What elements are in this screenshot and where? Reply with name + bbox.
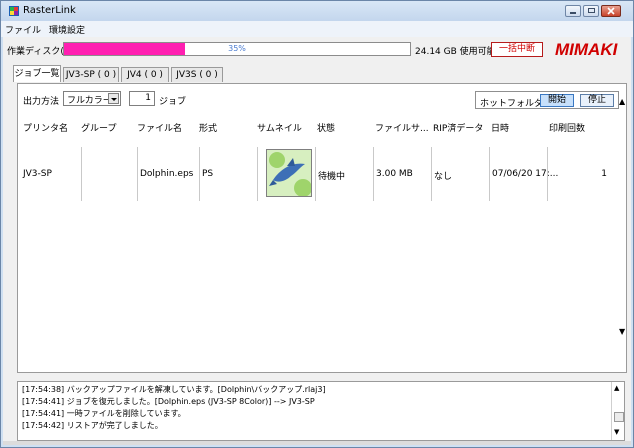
- menu-settings[interactable]: 環境設定: [49, 23, 85, 36]
- disk-usage-bar: 35%: [63, 42, 411, 56]
- log-line: [17:54:41] 一時ファイルを削除しています。: [22, 409, 186, 418]
- cell-printer: JV3-SP: [23, 169, 52, 179]
- disk-status-row: 作業ディスク(C:) 35% 24.14 GB 使用可能 一括中断 MIMAKI: [3, 37, 631, 59]
- scroll-thumb[interactable]: [614, 412, 624, 422]
- column-header-printer[interactable]: プリンタ名: [23, 121, 68, 134]
- cell-rip: なし: [431, 147, 489, 201]
- column-header-rip[interactable]: RIP済データ: [433, 121, 483, 134]
- column-header-size[interactable]: ファイルサ...: [375, 121, 429, 134]
- close-icon[interactable]: [601, 5, 621, 17]
- app-window: RasterLink ファイル 環境設定 作業ディスク(C:) 35% 24.1…: [0, 0, 634, 448]
- output-method-select[interactable]: フルカラー: [63, 91, 121, 106]
- output-method-label: 出力方法: [23, 97, 60, 107]
- cell-status: 待機中: [315, 147, 373, 201]
- disk-usage-percent: 35%: [228, 44, 246, 53]
- maximize-icon[interactable]: [583, 5, 599, 17]
- cell-size: 3.00 MB: [373, 147, 431, 201]
- status-bar: [3, 441, 631, 445]
- column-header-date[interactable]: 日時: [491, 121, 509, 134]
- table-scrollbar[interactable]: ▲ ▼: [617, 97, 629, 413]
- log-scrollbar[interactable]: ▲ ▼: [611, 382, 624, 440]
- scroll-up-icon[interactable]: ▲: [614, 384, 619, 392]
- column-header-format[interactable]: 形式: [199, 121, 217, 134]
- tab-jv3-sp[interactable]: JV3-SP ( 0 ): [63, 67, 119, 82]
- column-header-file[interactable]: ファイル名: [137, 121, 182, 134]
- scroll-down-icon[interactable]: ▼: [619, 327, 625, 336]
- output-method-value: フルカラー: [67, 96, 112, 106]
- hot-folder-stop-button[interactable]: 停止: [580, 94, 614, 107]
- cell-count: 1: [547, 147, 611, 201]
- client-area: 作業ディスク(C:) 35% 24.14 GB 使用可能 一括中断 MIMAKI…: [3, 37, 631, 445]
- cell-file: Dolphin.eps: [137, 147, 199, 201]
- mimaki-logo: MIMAKI: [555, 40, 619, 58]
- tab-job-list[interactable]: ジョブ一覧: [13, 65, 61, 82]
- tab-jv4[interactable]: JV4 ( 0 ): [121, 67, 169, 82]
- hot-folder-group: ホットフォルダ 開始 停止: [475, 91, 619, 109]
- menu-bar: ファイル 環境設定: [1, 21, 633, 37]
- log-line: [17:54:42] リストアが完了しました。: [22, 421, 163, 430]
- scroll-up-icon[interactable]: ▲: [619, 97, 625, 106]
- job-count: 1: [129, 91, 155, 106]
- minimize-icon[interactable]: [565, 5, 581, 17]
- app-icon: [9, 6, 19, 16]
- cell-format: PS: [199, 147, 257, 201]
- job-table: プリンタ名 グループ ファイル名 形式 サムネイル 状態 ファイルサ... RI…: [21, 115, 611, 371]
- log-line: [17:54:38] バックアップファイルを解凍しています。[Dolphin\バ…: [22, 385, 326, 394]
- scroll-down-icon[interactable]: ▼: [614, 428, 619, 436]
- hot-folder-label: ホットフォルダ: [480, 99, 544, 109]
- cell-group: [81, 147, 137, 201]
- stop-all-button[interactable]: 一括中断: [491, 42, 543, 57]
- job-toolbar: 出力方法 フルカラー 1 ジョブ ホットフォルダ 開始 停止: [9, 88, 623, 112]
- column-header-status[interactable]: 状態: [317, 121, 335, 134]
- column-header-thumbnail[interactable]: サムネイル: [257, 121, 302, 134]
- title-bar[interactable]: RasterLink: [1, 1, 633, 21]
- tab-jv3s[interactable]: JV3S ( 0 ): [171, 67, 223, 82]
- dolphin-thumbnail: [266, 149, 312, 197]
- log-panel: [17:54:38] バックアップファイルを解凍しています。[Dolphin\バ…: [17, 381, 625, 441]
- cell-thumbnail: [257, 147, 315, 201]
- hot-folder-start-button[interactable]: 開始: [540, 94, 574, 107]
- log-line: [17:54:41] ジョブを復元しました。[Dolphin.eps (JV3-…: [22, 397, 315, 406]
- window-title: RasterLink: [23, 5, 76, 16]
- cell-date: 07/06/20 17:...: [489, 147, 558, 201]
- menu-file[interactable]: ファイル: [5, 23, 41, 36]
- chevron-down-icon[interactable]: [108, 93, 119, 104]
- column-header-group[interactable]: グループ: [81, 121, 116, 134]
- job-count-unit: ジョブ: [159, 97, 187, 107]
- column-header-count[interactable]: 印刷回数: [549, 121, 585, 134]
- table-row[interactable]: JV3-SP Dolphin.eps PS 待機中 3.00 MB なし 07/…: [21, 147, 611, 201]
- svg-text:MIMAKI: MIMAKI: [555, 40, 619, 58]
- disk-available: 24.14 GB 使用可能: [415, 47, 496, 57]
